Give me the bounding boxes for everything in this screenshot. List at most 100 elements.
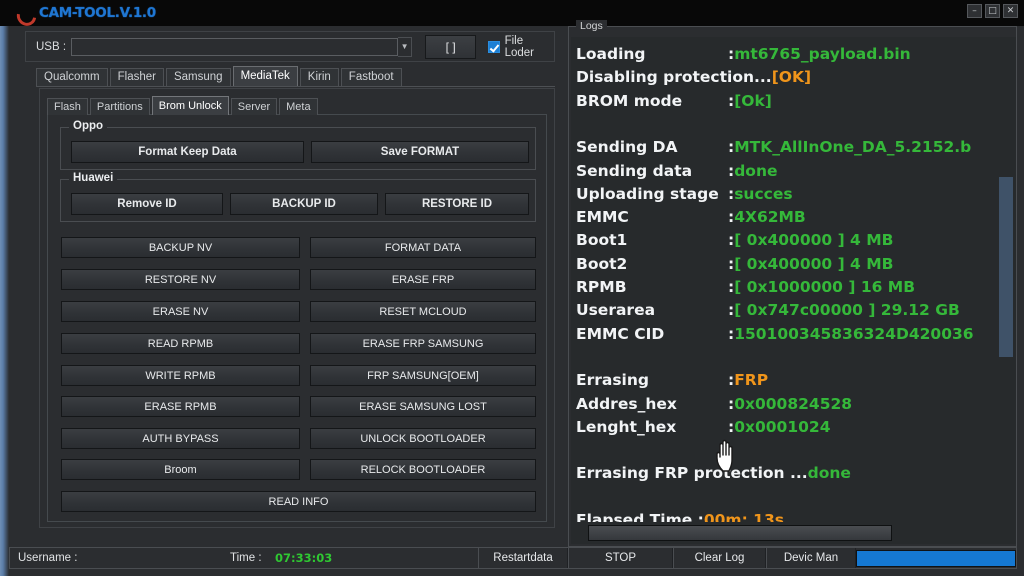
tab-meta[interactable]: Meta: [279, 98, 318, 115]
log-line: Lenght_hex: 0x0001024: [576, 418, 830, 436]
platform-tabs: Qualcomm Flasher Samsung MediaTek Kirin …: [36, 66, 404, 86]
unlock-bootloader-button[interactable]: UNLOCK BOOTLOADER: [310, 428, 536, 449]
log-value: 4X62MB: [734, 208, 806, 227]
restore-nv-button[interactable]: RESTORE NV: [61, 269, 300, 290]
tab-server[interactable]: Server: [230, 98, 278, 115]
tab-brom-unlock[interactable]: Brom Unlock: [151, 96, 229, 115]
log-key: Sending data: [576, 161, 693, 180]
log-value: done: [807, 464, 851, 483]
log-key: Userarea: [576, 301, 656, 320]
log-key: Uploading stage: [576, 184, 719, 203]
logs-output[interactable]: Loading: mt6765_payload.bin Disabling pro…: [571, 37, 1016, 522]
logs-vertical-scrollbar[interactable]: [999, 177, 1013, 357]
group-oppo: Oppo Format Keep Data Save FORMAT: [60, 120, 536, 170]
window-controls: – □ ✕: [967, 4, 1018, 18]
logs-title: Logs: [576, 20, 607, 32]
chevron-down-icon[interactable]: ▼: [397, 36, 413, 57]
left-panel: USB : ▼ [ ] File Loder Qualcomm Flasher …: [9, 26, 562, 547]
logs-horizontal-scrollbar-track[interactable]: [571, 522, 1016, 544]
log-line: Userarea: [ 0x747c00000 ] 29.12 GB: [576, 301, 960, 319]
save-format-button[interactable]: Save FORMAT: [311, 141, 529, 163]
tab-samsung[interactable]: Samsung: [165, 68, 231, 86]
progress-bar-fill: [857, 551, 1015, 566]
log-value: 00m: 13s: [703, 511, 784, 522]
write-rpmb-button[interactable]: WRITE RPMB: [61, 365, 300, 386]
log-line: BROM mode: [Ok]: [576, 92, 772, 110]
erase-samsung-lost-button[interactable]: ERASE SAMSUNG LOST: [310, 396, 536, 417]
logs-horizontal-scrollbar-thumb[interactable]: [588, 525, 892, 541]
status-bar: Username : Time : 07:33:03 Restartdata S…: [9, 547, 1017, 569]
log-line: Errasing FRP protection ... done: [576, 464, 851, 482]
log-key: Disabling protection...: [576, 68, 772, 87]
log-key: Lenght_hex: [576, 417, 677, 436]
log-key: Addres_hex: [576, 394, 677, 413]
read-info-button[interactable]: READ INFO: [61, 491, 536, 512]
tab-flash[interactable]: Flash: [47, 98, 88, 115]
file-loader-checkbox[interactable]: [487, 40, 500, 53]
restartdata-button[interactable]: Restartdata: [478, 548, 568, 568]
format-keep-data-button[interactable]: Format Keep Data: [71, 141, 304, 163]
time-value: 07:33:03: [275, 551, 333, 565]
erase-frp-button[interactable]: ERASE FRP: [310, 269, 536, 290]
maximize-button[interactable]: □: [985, 4, 1000, 18]
log-value: MTK_AllInOne_DA_5.2152.b: [734, 138, 972, 157]
clear-log-button[interactable]: Clear Log: [673, 548, 766, 568]
group-huawei-title: Huawei: [69, 172, 118, 184]
tab-fastboot[interactable]: Fastboot: [340, 68, 402, 86]
tab-qualcomm[interactable]: Qualcomm: [36, 68, 108, 86]
log-line: Boot2: [ 0x400000 ] 4 MB: [576, 255, 893, 273]
frp-samsung-oem-button[interactable]: FRP SAMSUNG[OEM]: [310, 365, 536, 386]
log-key: Boot2: [576, 254, 628, 273]
log-line: Disabling protection... [OK]: [576, 68, 811, 86]
log-line: RPMB: [ 0x1000000 ] 16 MB: [576, 278, 915, 296]
log-line: Boot1: [ 0x400000 ] 4 MB: [576, 231, 893, 249]
time-label: Time :: [230, 552, 262, 564]
restore-id-button[interactable]: RESTORE ID: [385, 193, 529, 215]
log-value: 150100345836324D420036: [734, 324, 974, 343]
format-data-button[interactable]: FORMAT DATA: [310, 237, 536, 258]
auth-bypass-button[interactable]: AUTH BYPASS: [61, 428, 300, 449]
file-loader-checkbox-wrap[interactable]: File Loder: [487, 35, 554, 59]
reset-mcloud-button[interactable]: RESET MCLOUD: [310, 301, 536, 322]
crescent-logo-icon: [16, 5, 32, 21]
progress-bar: [856, 550, 1016, 567]
log-key: Sending DA: [576, 138, 678, 157]
usb-label: USB :: [36, 40, 67, 53]
stop-button[interactable]: STOP: [568, 548, 673, 568]
erase-rpmb-button[interactable]: ERASE RPMB: [61, 396, 300, 417]
remove-id-button[interactable]: Remove ID: [71, 193, 223, 215]
backup-nv-button[interactable]: BACKUP NV: [61, 237, 300, 258]
log-line: EMMC CID: 150100345836324D420036: [576, 325, 974, 343]
erase-frp-samsung-button[interactable]: ERASE FRP SAMSUNG: [310, 333, 536, 354]
log-key: BROM mode: [576, 91, 683, 110]
log-value: [ 0x400000 ] 4 MB: [734, 254, 894, 273]
log-key: Loading: [576, 45, 646, 63]
minimize-button[interactable]: –: [967, 4, 982, 18]
tab-kirin[interactable]: Kirin: [299, 68, 339, 86]
log-line: EMMC: 4X62MB: [576, 208, 806, 226]
log-value: [ 0x747c00000 ] 29.12 GB: [734, 301, 960, 320]
group-oppo-title: Oppo: [69, 120, 108, 132]
log-line: Errasing: FRP: [576, 371, 768, 389]
backup-id-button[interactable]: BACKUP ID: [230, 193, 378, 215]
relock-bootloader-button[interactable]: RELOCK BOOTLOADER: [310, 459, 536, 480]
tab-flasher[interactable]: Flasher: [109, 68, 164, 86]
usb-input[interactable]: [70, 37, 398, 56]
log-key: RPMB: [576, 278, 627, 296]
log-key: EMMC CID: [576, 324, 665, 343]
broom-button[interactable]: Broom: [61, 459, 300, 480]
logs-panel: Logs Loading: mt6765_payload.bin Disablin…: [568, 20, 1017, 547]
tab-partitions[interactable]: Partitions: [89, 98, 150, 115]
function-tabs: Flash Partitions Brom Unlock Server Meta: [47, 96, 320, 115]
close-button[interactable]: ✕: [1003, 4, 1018, 18]
application-window: CAM-TOOL.V.1.0 – □ ✕ USB : ▼ [ ] File Lo…: [0, 0, 1024, 576]
username-label: Username :: [18, 552, 78, 564]
log-key: Errasing: [576, 371, 650, 390]
erase-nv-button[interactable]: ERASE NV: [61, 301, 300, 322]
device-manager-button[interactable]: Devic Man: [766, 548, 856, 568]
read-rpmb-button[interactable]: READ RPMB: [61, 333, 300, 354]
app-title: CAM-TOOL.V.1.0: [39, 5, 156, 21]
tab-mediatek[interactable]: MediaTek: [232, 66, 298, 86]
log-value: succes: [734, 184, 793, 203]
browse-button[interactable]: [ ]: [425, 34, 476, 59]
